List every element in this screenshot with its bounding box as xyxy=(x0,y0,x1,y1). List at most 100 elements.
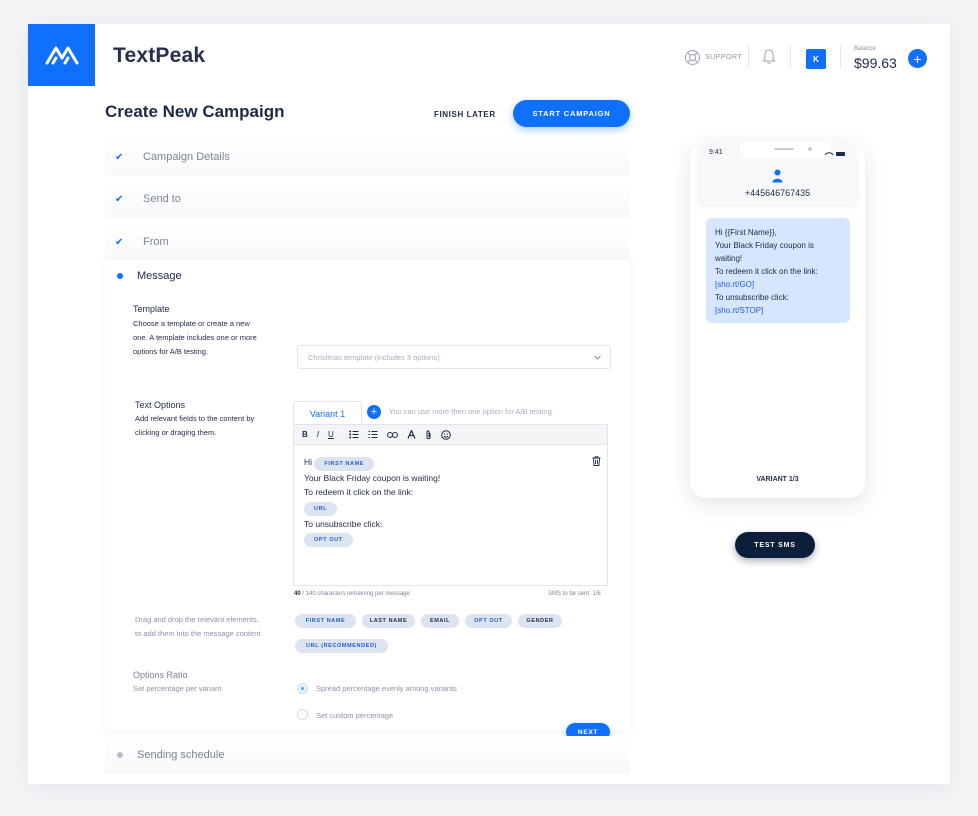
brand-name: TextPeak xyxy=(113,44,206,67)
step-message[interactable]: Message xyxy=(105,270,182,282)
field-email[interactable]: EMAIL xyxy=(421,614,459,628)
template-select-value: Christmas template (includes 3 options) xyxy=(308,352,440,362)
plus-icon: + xyxy=(913,50,922,67)
first-name-chip[interactable]: FIRST NAME xyxy=(314,457,375,471)
lifebuoy-icon xyxy=(685,50,700,65)
editor-toolbar: B I U xyxy=(294,425,607,445)
options-ratio-label: Options Ratio xyxy=(133,670,188,680)
field-opt-out[interactable]: OPT OUT xyxy=(465,614,512,628)
balance-value: $99.63 xyxy=(854,55,897,71)
support-label: SUPPORT xyxy=(705,54,743,61)
add-variant-button[interactable]: + xyxy=(367,405,381,419)
bullet-list-button[interactable] xyxy=(348,430,359,439)
greeting-text: Hi xyxy=(304,457,313,467)
app-window: TextPeak SUPPORT K Balance $99.63 + Crea… xyxy=(28,24,950,784)
numbered-list-icon xyxy=(368,431,378,438)
editor-line: Your Black Friday coupon is waiting! xyxy=(304,473,441,483)
check-icon: ✔ xyxy=(115,236,124,248)
step-label: From xyxy=(143,236,169,248)
field-first-name[interactable]: FIRST NAME xyxy=(295,614,356,628)
bold-button[interactable]: B xyxy=(302,430,308,439)
url-chip[interactable]: URL xyxy=(304,502,338,516)
radio-label: Set custom percentage xyxy=(316,711,394,720)
go-link: [sho.rt/GO] xyxy=(715,280,755,289)
attach-button[interactable] xyxy=(425,429,432,440)
options-ratio-description: Set percentage per variant xyxy=(133,684,222,693)
smiley-icon xyxy=(440,429,451,440)
template-description: Choose a template or create a new one. A… xyxy=(133,319,257,356)
link-icon xyxy=(386,431,398,438)
phone-status-icons xyxy=(824,152,845,156)
step-label: Send to xyxy=(143,193,181,205)
step-campaign-details[interactable]: ✔ Campaign Details xyxy=(105,138,630,176)
contact-number: +445646767435 xyxy=(744,188,811,198)
step-from[interactable]: ✔ From xyxy=(105,223,630,261)
editor-line: To unsubscribe click: xyxy=(304,519,383,529)
field-gender[interactable]: GENDER xyxy=(518,614,562,628)
phone-time: 9:41 xyxy=(709,149,723,156)
divider xyxy=(840,46,841,68)
phone-notch xyxy=(740,142,830,158)
radio-label: Spread percentage evenly among variants xyxy=(316,684,457,693)
chevron-down-icon xyxy=(594,355,601,360)
check-icon: ✔ xyxy=(115,193,124,205)
text-options-description: Add relevant fields to the content by cl… xyxy=(135,414,255,437)
divider xyxy=(748,46,749,68)
drag-description: Drag and drop the relevant elements, to … xyxy=(135,615,261,638)
logo[interactable] xyxy=(28,24,95,86)
finish-later-button[interactable]: FINISH LATER xyxy=(434,110,496,119)
add-funds-button[interactable]: + xyxy=(908,49,927,68)
contact-person-icon xyxy=(772,169,783,183)
italic-button[interactable]: I xyxy=(317,430,319,439)
field-url-recommended[interactable]: URL (RECOMMENDED) xyxy=(295,639,388,653)
step-sending-schedule[interactable]: Sending schedule xyxy=(105,736,630,774)
delete-variant-button[interactable] xyxy=(592,453,601,471)
textpeak-logo-icon xyxy=(45,46,78,65)
numbered-list-button[interactable] xyxy=(368,430,378,439)
radio-custom-percentage[interactable] xyxy=(297,709,308,720)
support-link[interactable]: SUPPORT xyxy=(684,49,742,66)
emoji-button[interactable] xyxy=(440,429,451,440)
editor-line: To redeem it click on the link: xyxy=(304,487,414,497)
editor-content[interactable]: Hi FIRST NAME Your Black Friday coupon i… xyxy=(304,455,440,547)
field-last-name[interactable]: LAST NAME xyxy=(362,614,415,628)
opt-out-chip[interactable]: OPT OUT xyxy=(304,533,353,547)
text-color-icon xyxy=(407,430,416,439)
message-editor[interactable]: B I U Hi FIRST NAME Your Black Friday co… xyxy=(293,424,608,586)
trash-icon xyxy=(592,456,601,466)
phone-header: 9:41 +445646767435 xyxy=(698,142,857,204)
avatar[interactable]: K xyxy=(806,49,826,69)
divider xyxy=(790,46,791,68)
step-send-to[interactable]: ✔ Send to xyxy=(105,180,630,218)
text-options-label: Text Options xyxy=(135,400,186,410)
link-button[interactable] xyxy=(386,431,398,439)
radio-spread-evenly[interactable] xyxy=(297,683,308,694)
variant-indicator: VARIANT 1/3 xyxy=(756,476,799,483)
message-bubble: Hi {{First Name}}, Your Black Friday cou… xyxy=(706,218,850,323)
bullet-list-icon xyxy=(348,430,359,439)
character-counter: 40 / 140 characters remaining per messag… xyxy=(294,591,410,597)
plus-icon: + xyxy=(370,405,378,418)
text-color-button[interactable] xyxy=(407,430,416,439)
step-label: Sending schedule xyxy=(137,749,225,761)
balance-label: Balance xyxy=(854,46,876,52)
stop-link: [sho.rt/STOP] xyxy=(715,306,764,315)
underline-button[interactable]: U xyxy=(328,430,334,439)
variant-hint: You can use more then one option for A/B… xyxy=(389,407,552,416)
active-step-dot xyxy=(117,273,123,279)
template-select[interactable]: Christmas template (includes 3 options) xyxy=(297,345,611,369)
pending-step-dot xyxy=(117,752,123,758)
notifications-button[interactable] xyxy=(762,48,776,70)
start-campaign-button[interactable]: START CAMPAIGN xyxy=(513,100,630,127)
check-icon: ✔ xyxy=(115,151,124,163)
test-sms-button[interactable]: TEST SMS xyxy=(735,532,815,558)
step-label: Message xyxy=(137,270,182,282)
step-message-panel: Message Template Choose a template or cr… xyxy=(105,260,630,741)
bell-icon xyxy=(762,49,776,64)
sms-preview-phone: 9:41 +445646767435 Hi {{First Name}}, Yo… xyxy=(690,142,865,498)
paperclip-icon xyxy=(426,429,431,439)
template-label: Template xyxy=(133,304,170,314)
page-title: Create New Campaign xyxy=(105,102,285,121)
step-label: Campaign Details xyxy=(143,151,230,163)
tab-variant-1[interactable]: Variant 1 xyxy=(293,401,362,425)
